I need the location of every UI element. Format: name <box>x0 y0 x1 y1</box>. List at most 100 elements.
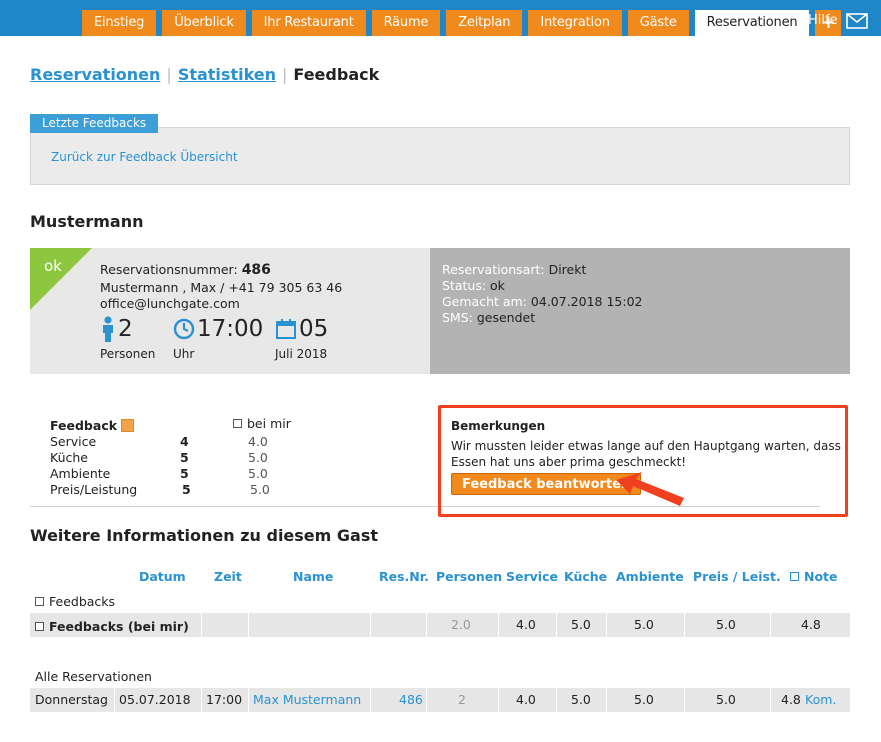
col-kueche[interactable]: Küche <box>564 569 607 584</box>
guest-email: office@lunchgate.com <box>100 296 240 311</box>
status-badge: ok <box>44 257 62 275</box>
weitere-title: Weitere Informationen zu diesem Gast <box>30 526 378 545</box>
note-checkbox[interactable] <box>790 572 799 581</box>
cell-note: 4.8 <box>781 692 801 707</box>
reservationsart-value: Direkt <box>548 262 587 277</box>
calendar-icon <box>276 319 296 339</box>
tab-integration[interactable]: Integration <box>528 10 622 36</box>
tab-raeume[interactable]: Räume <box>371 10 441 36</box>
feedback-icon <box>121 419 135 432</box>
letzte-feedbacks-panel: Zurück zur Feedback Übersicht <box>30 127 850 185</box>
col-note[interactable]: Note <box>790 569 838 584</box>
feedback-row-score: 5 <box>182 482 191 497</box>
feedbacks-bei-mir-checkbox[interactable] <box>35 622 44 631</box>
feedback-row-label: Ambiente <box>50 466 111 481</box>
date-stat: 05 <box>275 316 328 342</box>
col-note-label: Note <box>804 569 838 584</box>
cell-zeit: 17:00 <box>206 692 243 707</box>
gemacht-label: Gemacht am: <box>442 294 527 309</box>
cell-note: 4.8 <box>801 617 821 632</box>
arrow-annotation-icon <box>616 472 684 506</box>
cell-datum: 05.07.2018 <box>119 692 191 707</box>
subnav-separator: | <box>282 65 288 84</box>
person-icon <box>103 316 113 342</box>
cell-kueche: 5.0 <box>571 617 591 632</box>
sms-label: SMS: <box>442 310 473 325</box>
alle-reservationen-label: Alle Reservationen <box>35 669 152 684</box>
tab-ihr-restaurant[interactable]: Ihr Restaurant <box>251 10 366 36</box>
persons-label: Personen <box>100 347 156 361</box>
col-zeit[interactable]: Zeit <box>214 569 242 584</box>
cell-resnr-link[interactable]: 486 <box>399 688 423 712</box>
time-label: Uhr <box>173 347 195 361</box>
letzte-feedbacks-tab[interactable]: Letzte Feedbacks <box>30 114 159 133</box>
status-label: Status: <box>442 278 487 293</box>
col-preis[interactable]: Preis / Leist. <box>693 569 781 584</box>
tab-gaeste[interactable]: Gäste <box>627 10 689 36</box>
feedback-row-avg: 5.0 <box>248 450 268 465</box>
cell-kueche: 5.0 <box>571 692 591 707</box>
sub-nav: Reservationen | Statistiken | Feedback <box>30 65 379 84</box>
bei-mir-toggle[interactable]: bei mir <box>233 416 291 431</box>
sms-value: gesendet <box>476 310 536 325</box>
bemerkungen-text: Wir mussten leider etwas lange auf den H… <box>451 439 841 469</box>
reservation-card: ok Reservationsnummer: 486 Mustermann , … <box>30 248 430 374</box>
tab-ueberblick[interactable]: Überblick <box>162 10 246 36</box>
feedback-title: Feedback <box>50 418 118 433</box>
reservation-number-label: Reservationsnummer: <box>100 262 238 277</box>
feedbacks-bei-mir-label: Feedbacks (bei mir) <box>49 619 189 634</box>
hilfe-link[interactable]: Hilfe <box>808 13 838 28</box>
cell-personen: 2 <box>458 692 466 707</box>
col-resnr[interactable]: Res.Nr. <box>379 569 429 584</box>
bei-mir-checkbox[interactable] <box>233 419 242 428</box>
time-stat: 17:00 <box>173 316 263 342</box>
feedbacks-checkbox[interactable] <box>35 597 44 606</box>
tab-zeitplan[interactable]: Zeitplan <box>446 10 523 36</box>
subnav-feedback: Feedback <box>293 65 380 84</box>
feedbacks-label: Feedbacks <box>49 594 116 609</box>
tab-reservationen[interactable]: Reservationen <box>694 10 810 36</box>
feedbacks-bei-mir-toggle[interactable]: Feedbacks (bei mir) <box>35 619 189 634</box>
reservation-details: Reservationsart: Direkt Status: ok Gemac… <box>430 248 850 374</box>
back-to-feedback-link[interactable]: Zurück zur Feedback Übersicht <box>51 150 238 164</box>
subnav-statistiken[interactable]: Statistiken <box>178 65 276 84</box>
col-datum[interactable]: Datum <box>139 569 186 584</box>
cell-service: 4.0 <box>516 692 536 707</box>
subnav-reservationen[interactable]: Reservationen <box>30 65 160 84</box>
cell-preis: 5.0 <box>716 692 736 707</box>
main-nav: Einstieg Überblick Ihr Restaurant Räume … <box>82 10 847 36</box>
guest-contact-line: Mustermann , Max / +41 79 305 63 46 <box>100 280 343 295</box>
tab-einstieg[interactable]: Einstieg <box>82 10 157 36</box>
feedback-row: Ambiente 5 5.0 <box>50 466 290 482</box>
feedbacks-toggle[interactable]: Feedbacks <box>35 594 115 609</box>
bemerkungen-title: Bemerkungen <box>451 419 546 433</box>
mail-icon[interactable] <box>846 13 868 29</box>
feedback-row-label: Preis/Leistung <box>50 482 138 497</box>
col-personen[interactable]: Personen <box>436 569 502 584</box>
reservation-number: Reservationsnummer: 486 <box>100 262 271 278</box>
kommentar-link[interactable]: Kom. <box>805 688 836 712</box>
feedback-row: Service 4 4.0 <box>50 434 290 450</box>
cell-service: 4.0 <box>516 617 536 632</box>
cell-ambiente: 5.0 <box>634 692 654 707</box>
gemacht-value: 04.07.2018 15:02 <box>530 294 643 309</box>
guest-contact: Mustermann , Max / +41 79 305 63 46 offi… <box>100 280 342 312</box>
date-month: Juli 2018 <box>275 347 328 361</box>
feedback-row-label: Service <box>50 434 97 449</box>
feedback-row-score: 4 <box>180 434 189 449</box>
reservation-number-value: 486 <box>241 262 271 278</box>
clock-icon <box>173 318 195 340</box>
cell-name-link[interactable]: Max Mustermann <box>253 688 361 712</box>
feedback-row-label: Küche <box>50 450 88 465</box>
feedback-row-avg: 4.0 <box>248 434 268 449</box>
feedback-row: Preis/Leistung 5 5.0 <box>50 482 290 498</box>
cell-ambiente: 5.0 <box>634 617 654 632</box>
cell-personen: 2.0 <box>451 617 471 632</box>
reservationsart-label: Reservationsart: <box>442 262 545 277</box>
col-service[interactable]: Service <box>506 569 558 584</box>
feedback-row-score: 5 <box>180 450 189 465</box>
date-day: 05 <box>299 316 329 342</box>
col-name[interactable]: Name <box>293 569 333 584</box>
col-ambiente[interactable]: Ambiente <box>616 569 684 584</box>
feedback-row-avg: 5.0 <box>250 482 270 497</box>
